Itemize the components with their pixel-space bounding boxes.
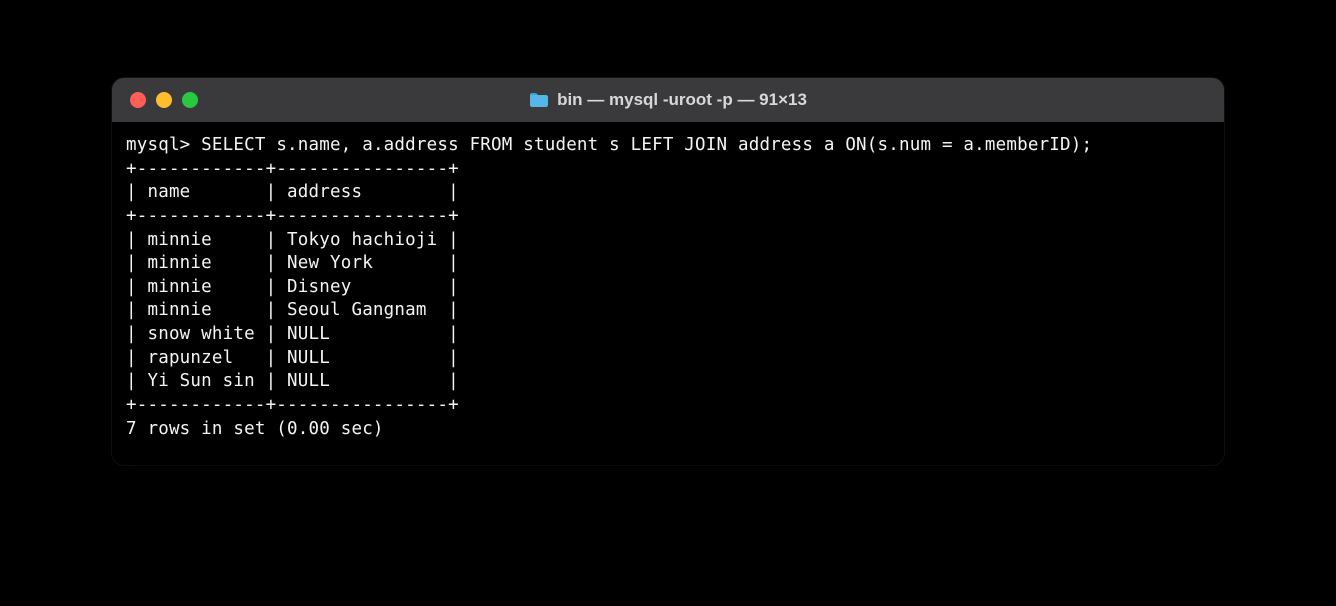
titlebar[interactable]: bin — mysql -uroot -p — 91×13 xyxy=(112,78,1224,122)
table-border-top: +------------+----------------+ xyxy=(126,159,459,179)
close-icon[interactable] xyxy=(130,92,146,108)
sql-query: SELECT s.name, a.address FROM student s … xyxy=(201,135,1092,155)
table-rows: | minnie | Tokyo hachioji | | minnie | N… xyxy=(126,230,459,392)
title-wrap: bin — mysql -uroot -p — 91×13 xyxy=(112,90,1224,110)
table-header: | name | address | xyxy=(126,182,459,202)
window-title: bin — mysql -uroot -p — 91×13 xyxy=(557,90,807,110)
minimize-icon[interactable] xyxy=(156,92,172,108)
prompt: mysql> xyxy=(126,135,190,155)
traffic-lights xyxy=(130,92,198,108)
table-border-bottom: +------------+----------------+ xyxy=(126,395,459,415)
terminal-body[interactable]: mysql> SELECT s.name, a.address FROM stu… xyxy=(112,122,1224,465)
result-footer: 7 rows in set (0.00 sec) xyxy=(126,419,384,439)
query-line: mysql> SELECT s.name, a.address FROM stu… xyxy=(126,135,1092,155)
maximize-icon[interactable] xyxy=(182,92,198,108)
table-border-mid: +------------+----------------+ xyxy=(126,206,459,226)
folder-icon xyxy=(529,92,549,108)
terminal-window: bin — mysql -uroot -p — 91×13 mysql> SEL… xyxy=(112,78,1224,465)
